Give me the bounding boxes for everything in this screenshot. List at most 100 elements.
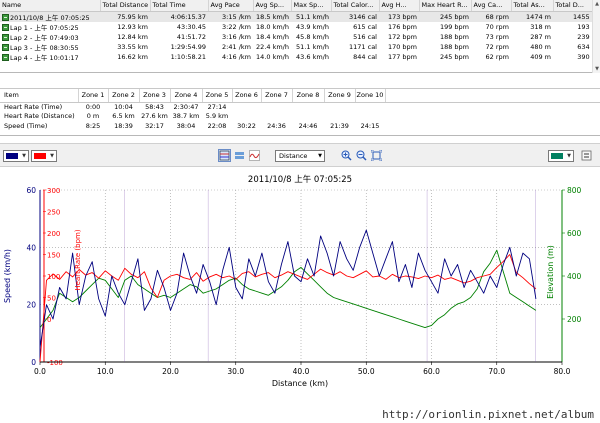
lap-cell: 3:16 /km — [222, 32, 251, 41]
laps-col-header[interactable]: Avg Ca... — [471, 0, 512, 12]
lap-row[interactable]: Lap 2 - 上午 07:49:03 12.84 km 41:51.72 3:16 … — [0, 32, 600, 42]
zone-cell — [261, 112, 292, 122]
lap-cell: 1171 cal — [349, 42, 377, 51]
lap-cell: 12.93 km — [117, 22, 148, 31]
lap-cell: 73 rpm — [485, 32, 509, 41]
lap-cell: 173 bpm — [379, 11, 419, 22]
lap-name: Lap 4 - 上午 10:01:17 — [10, 53, 79, 62]
lap-cell: 62 rpm — [485, 52, 509, 61]
heart-tick-label: 200 — [47, 230, 60, 238]
lap-name-cell: Lap 3 - 上午 08:30:55 — [0, 42, 100, 52]
lap-cell: 1:10:58.21 — [170, 52, 206, 61]
zones-col-header[interactable]: Zone 6 — [232, 89, 262, 103]
lap-cell: 33.55 km — [117, 42, 148, 51]
zone-row[interactable]: Speed (Time) 8:25 18:39 32:17 38:04 22:08 30:2… — [0, 121, 600, 131]
scroll-down-icon[interactable]: ▼ — [594, 66, 600, 72]
lap-cell: 188 bpm — [439, 42, 469, 51]
lap-icon — [2, 53, 9, 61]
chart-stacked-icon[interactable] — [218, 149, 231, 162]
lap-cell: 43.6 km/h — [296, 52, 329, 61]
lap-cell: 1:29:54.99 — [170, 42, 206, 51]
chart-bars-icon[interactable] — [233, 149, 246, 162]
chart-options-icon[interactable] — [580, 149, 593, 162]
lap-cell: 51.1 km/h — [296, 42, 329, 51]
lap-row[interactable]: 2011/10/8 上午 07:05:25 75.95 km 4:06:15.37 3… — [0, 11, 600, 22]
laps-col-header[interactable]: Total Time — [150, 0, 209, 12]
zone-cell: 38.7 km — [172, 112, 200, 121]
laps-col-header[interactable]: Total As... — [511, 0, 554, 12]
zoom-in-icon[interactable] — [340, 149, 353, 162]
lap-name: Lap 2 - 上午 07:49:03 — [10, 33, 79, 42]
zones-col-header[interactable]: Zone 2 — [108, 89, 140, 103]
zone-cell — [324, 102, 355, 112]
lap-cell: 188 bpm — [439, 32, 469, 41]
x-axis-selector[interactable]: Distance ▼ — [275, 150, 325, 162]
zones-col-header[interactable]: Zone 4 — [170, 89, 203, 103]
lap-cell: 176 bpm — [387, 22, 417, 31]
zone-row-label: Speed (Time) — [4, 121, 48, 130]
zone-cell: 0:00 — [85, 103, 101, 111]
zone-cell — [292, 112, 324, 122]
scroll-up-icon[interactable]: ▲ — [594, 1, 600, 7]
zones-col-header[interactable]: Zone 7 — [261, 89, 293, 103]
chart-toolbar: ▼ ▼ Distance ▼ ▼ — [0, 143, 600, 167]
x-tick-label: 10.0 — [97, 367, 114, 376]
laps-scrollbar[interactable]: ▲ ▼ — [592, 0, 600, 73]
lap-cell: 18.4 km/h — [256, 32, 289, 41]
laps-col-header[interactable]: Avg Pace — [208, 0, 254, 12]
zones-col-header[interactable]: Zone 1 — [78, 89, 109, 103]
zones-col-header[interactable]: Zone 3 — [139, 89, 171, 103]
zoom-out-icon[interactable] — [355, 149, 368, 162]
lap-cell: 18.5 km/h — [253, 11, 291, 22]
zones-col-header[interactable]: Zone 5 — [202, 89, 233, 103]
elevation-color-dropdown[interactable]: ▼ — [548, 150, 574, 162]
lap-cell: 75.95 km — [100, 11, 150, 22]
heart-tick-label: -100 — [47, 359, 63, 367]
zone-cell: 22:08 — [207, 121, 227, 130]
x-axis-label: Distance (km) — [272, 379, 328, 388]
zone-cell: 6.5 km — [112, 112, 135, 121]
speed-color-dropdown[interactable]: ▼ — [3, 150, 29, 162]
laps-col-header[interactable]: Max Sp... — [291, 0, 332, 12]
laps-col-header[interactable]: Name — [0, 0, 101, 12]
lap-cell: 4:06:15.37 — [150, 11, 208, 22]
zones-col-header[interactable]: Zone 8 — [292, 89, 325, 103]
zone-row[interactable]: Heart Rate (Time) 0:00 10:04 58:43 2:30:47 27… — [0, 102, 600, 112]
lap-icon — [2, 33, 9, 41]
zones-col-header[interactable]: Zone 10 — [355, 89, 386, 103]
x-tick-label: 0.0 — [34, 367, 46, 376]
laps-table: Name Total Distance Total Time Avg Pace Avg … — [0, 0, 600, 73]
elev-tick-label: 800 — [567, 186, 582, 195]
lap-cell: 43:30.45 — [176, 22, 206, 31]
lap-cell: 199 bpm — [439, 22, 469, 31]
lap-cell: 3:22 /km — [222, 22, 251, 31]
zone-cell: 18:39 — [114, 121, 133, 130]
lap-row[interactable]: Lap 1 - 上午 07:05:25 12.93 km 43:30.45 3:22 … — [0, 22, 600, 32]
heart-axis-label: Heart Rate (bpm) — [74, 229, 82, 290]
lap-row[interactable]: Lap 3 - 上午 08:30:55 33.55 km 1:29:54.99 2:4… — [0, 42, 600, 52]
zones-col-header[interactable]: Item — [0, 89, 79, 103]
chart-area[interactable]: 2011/10/8 上午 07:05:25 0.0 10.0 20.0 30.0 40.0… — [0, 168, 600, 423]
chart-wave-icon[interactable] — [248, 149, 261, 162]
zone-cell — [292, 102, 324, 112]
fit-icon[interactable] — [370, 149, 383, 162]
heart-color-dropdown[interactable]: ▼ — [31, 150, 57, 162]
lap-name-cell: Lap 2 - 上午 07:49:03 — [0, 32, 100, 42]
lap-icon — [2, 23, 9, 31]
zone-row[interactable]: Heart Rate (Distance) 0 m 6.5 km 27.6 km 38.… — [0, 112, 600, 122]
laps-col-header[interactable]: Total Distance — [100, 0, 151, 12]
laps-col-header[interactable]: Avg Sp... — [253, 0, 292, 12]
lap-cell: 516 cal — [353, 32, 377, 41]
laps-col-header[interactable]: Max Heart R... — [419, 0, 472, 12]
x-tick-label: 80.0 — [554, 367, 571, 376]
lap-row[interactable]: Lap 4 - 上午 10:01:17 16.62 km 1:10:58.21 4:1… — [0, 52, 600, 62]
lap-cell: 16.62 km — [117, 52, 148, 61]
elev-tick-label: 400 — [567, 272, 582, 281]
lap-cell: 245 bpm — [419, 11, 471, 22]
laps-header-row: Name Total Distance Total Time Avg Pace Avg … — [0, 0, 600, 12]
zones-col-header[interactable]: Zone 9 — [324, 89, 356, 103]
speed-tick-label: 20 — [26, 301, 36, 310]
laps-col-header[interactable]: Avg H... — [379, 0, 420, 12]
lap-icon — [2, 43, 9, 51]
laps-col-header[interactable]: Total Calor... — [331, 0, 380, 12]
